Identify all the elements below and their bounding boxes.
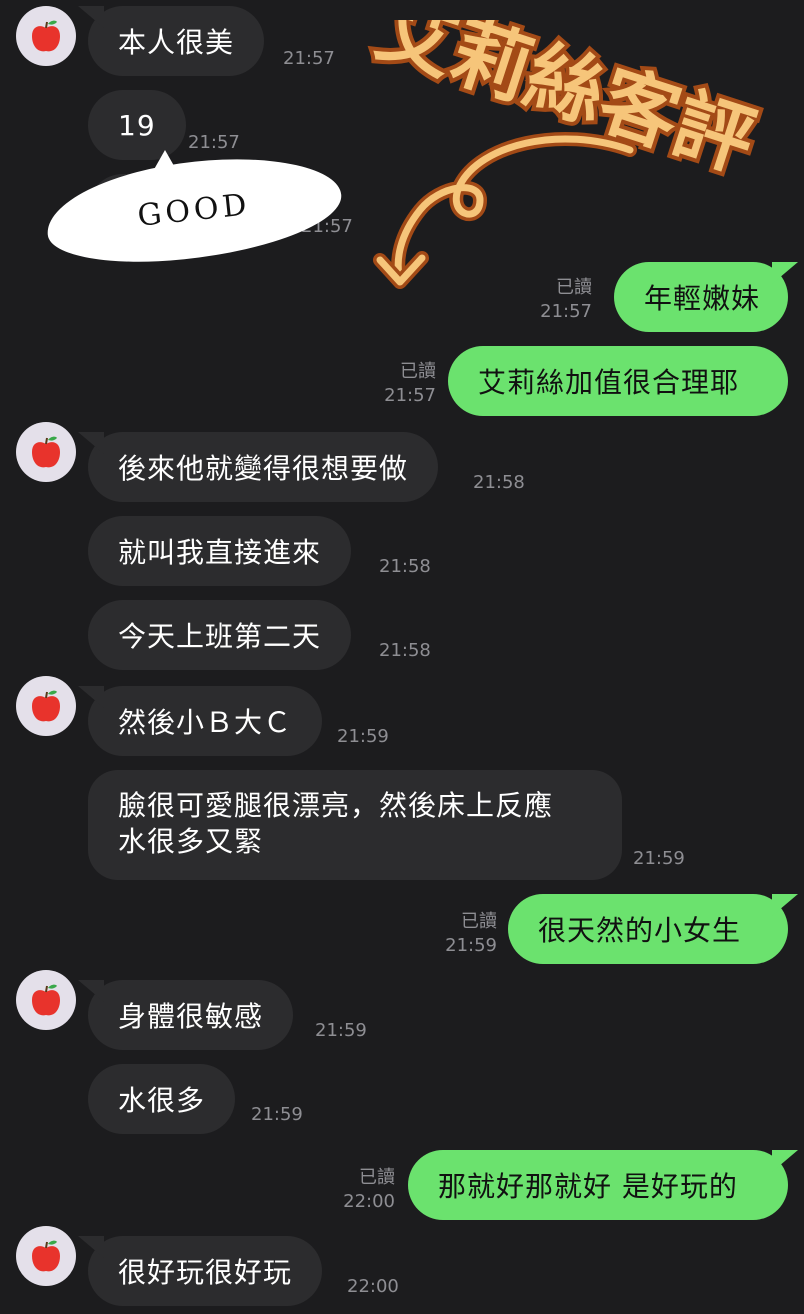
message-time: 21:59 [315,1020,367,1041]
message-text: 今天上班第二天 [118,620,322,653]
red-apple-icon [32,984,60,1016]
red-apple-icon [32,1240,60,1272]
message-bubble[interactable]: 很天然的小女生 [508,894,788,964]
red-apple-icon [32,690,60,722]
message-text: 然後小Ｂ大Ｃ [118,706,293,739]
red-apple-icon [32,436,60,468]
read-receipt: 已讀 22:00 [343,1166,395,1214]
read-label: 已讀 [461,911,497,932]
read-receipt: 已讀 21:59 [445,910,497,958]
message-time: 21:59 [633,848,685,869]
read-label: 已讀 [359,1167,395,1188]
read-receipt: 已讀 21:57 [384,360,436,408]
good-sticker: GOOD [41,146,347,274]
message-time: 21:59 [251,1104,303,1125]
message-time: 21:58 [473,472,525,493]
message-bubble[interactable]: 就叫我直接進來 [88,516,352,586]
message-text: 水很多 [118,1084,206,1117]
message-time: 21:57 [188,132,240,153]
message-text: 19 [118,108,156,142]
contact-avatar[interactable] [16,1226,76,1286]
read-receipt: 已讀 21:57 [540,276,592,324]
message-text: 身體很敏感 [118,1000,264,1033]
contact-avatar[interactable] [16,422,76,482]
message-bubble[interactable]: 後來他就變得很想要做 [88,432,439,502]
message-text-line: 水很多又緊 [118,825,264,858]
message-time: 21:59 [445,935,497,956]
message-bubble[interactable]: 今天上班第二天 [88,600,352,670]
message-time: 22:00 [343,1191,395,1212]
read-label: 已讀 [556,277,592,298]
read-label: 已讀 [400,361,436,382]
message-text: 本人很美 [118,26,235,59]
message-bubble[interactable]: 很好玩很好玩 [88,1236,323,1306]
message-bubble[interactable]: 年輕嫩妹 [614,262,788,332]
curved-arrow-icon [373,132,637,289]
message-text: 很天然的小女生 [538,914,742,947]
message-text: 後來他就變得很想要做 [118,452,409,485]
message-bubble[interactable]: 那就好那就好 是好玩的 [408,1150,788,1220]
sticker-text: GOOD [135,186,253,234]
red-apple-icon [32,20,60,52]
message-bubble[interactable]: 艾莉絲加值很合理耶 [448,346,788,416]
message-bubble[interactable]: 身體很敏感 [88,980,294,1050]
message-time: 21:58 [379,640,431,661]
chat-screen: 本人很美 21:57 19 21:57 21:57 GOOD 艾莉絲客評 已讀 … [0,0,804,1314]
message-text-line: 臉很可愛腿很漂亮，然後床上反應 [118,789,554,822]
message-text: 艾莉絲加值很合理耶 [478,366,740,399]
message-bubble[interactable]: 臉很可愛腿很漂亮，然後床上反應 水很多又緊 [88,770,622,880]
message-text: 那就好那就好 是好玩的 [438,1170,738,1203]
message-time: 21:57 [384,385,436,406]
message-time: 21:57 [540,301,592,322]
contact-avatar[interactable] [16,970,76,1030]
message-time: 22:00 [347,1276,399,1297]
message-text: 很好玩很好玩 [118,1256,293,1289]
message-bubble[interactable]: 水很多 [88,1064,236,1134]
contact-avatar[interactable] [16,6,76,66]
message-time: 21:59 [337,726,389,747]
message-text: 就叫我直接進來 [118,536,322,569]
contact-avatar[interactable] [16,676,76,736]
message-text: 年輕嫩妹 [644,282,761,315]
message-bubble[interactable]: 19 [88,90,186,160]
message-bubble[interactable]: 本人很美 [88,6,265,76]
message-bubble[interactable]: 然後小Ｂ大Ｃ [88,686,323,756]
message-time: 21:58 [379,556,431,577]
message-time: 21:57 [283,48,335,69]
